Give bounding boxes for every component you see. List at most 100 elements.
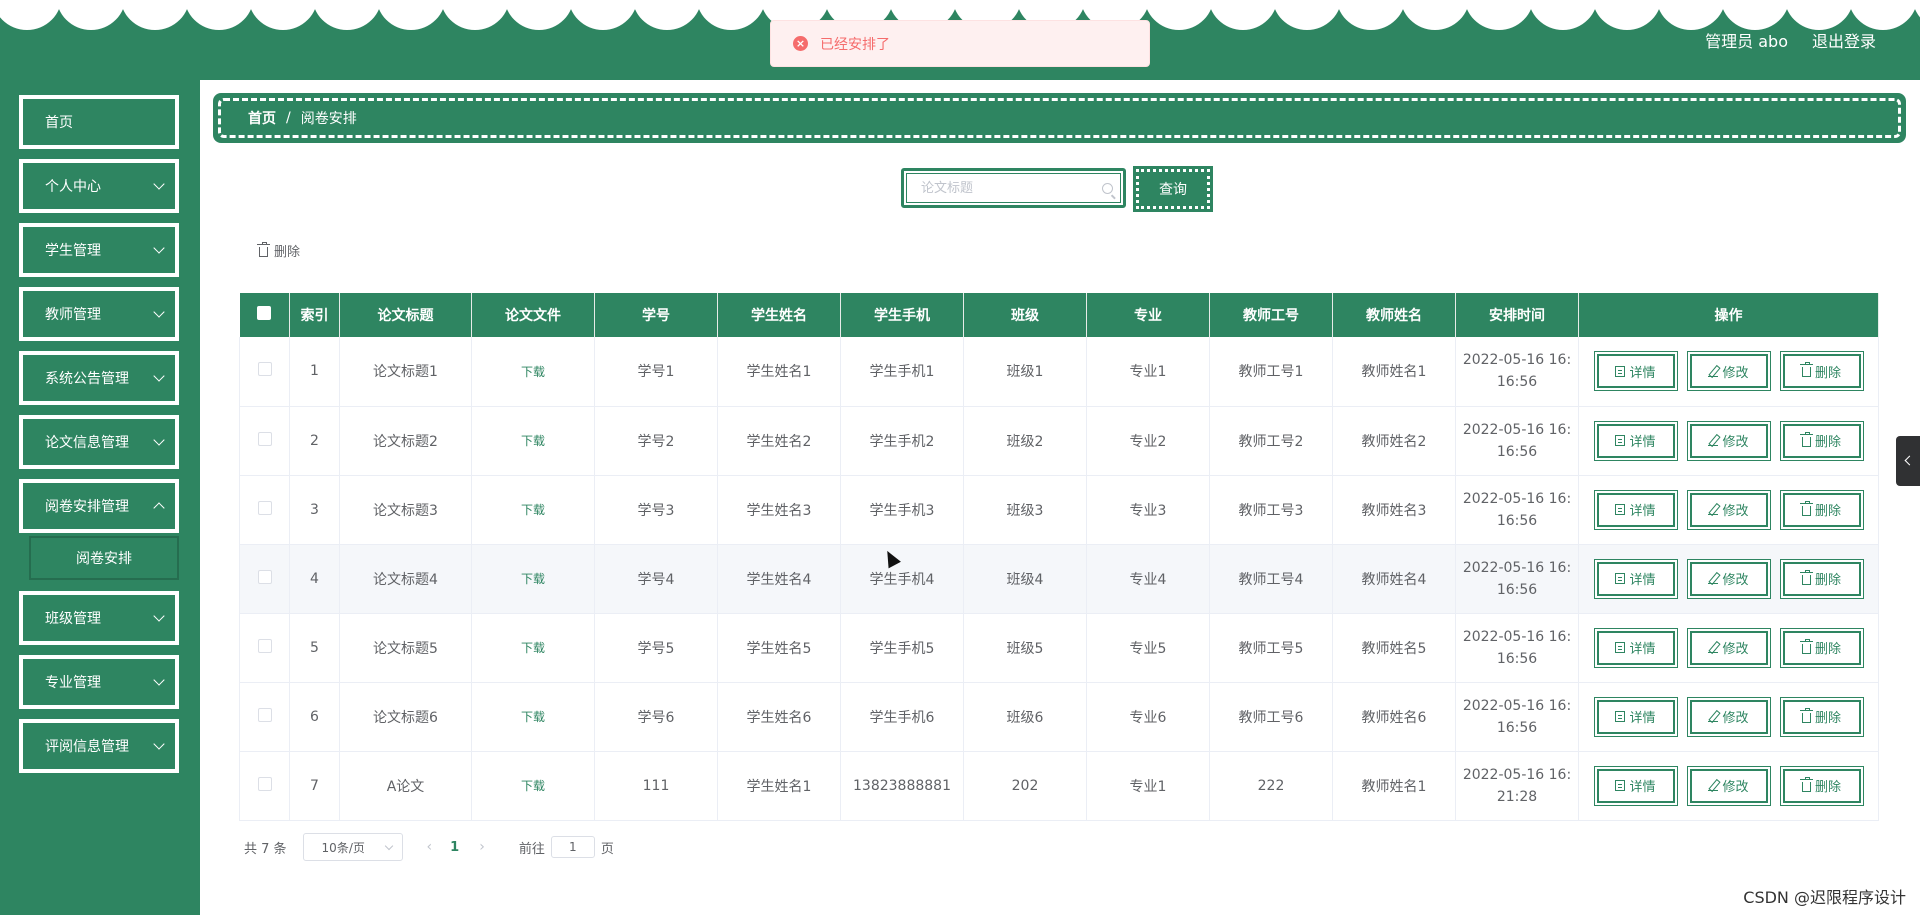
download-link[interactable]: 下载 <box>521 365 545 379</box>
row-actions: 详情 修改 删除 <box>1579 558 1878 599</box>
sidebar-item-home[interactable]: 首页 <box>17 93 181 151</box>
edit-button[interactable]: 修改 <box>1686 696 1771 737</box>
delete-button[interactable]: 删除 <box>1779 558 1864 599</box>
search-icon <box>1102 183 1113 194</box>
phone-cell: 学生手机5 <box>840 613 964 683</box>
class-cell-text: 202 <box>1011 777 1039 794</box>
sidebar-item-student-mgmt[interactable]: 学生管理 <box>17 221 181 279</box>
collapse-panel-tab[interactable] <box>1896 436 1920 486</box>
edit-icon <box>1708 504 1719 515</box>
download-link[interactable]: 下载 <box>521 710 545 724</box>
select-all-checkbox[interactable] <box>257 306 272 320</box>
index-cell-text: 2 <box>310 432 319 449</box>
row-checkbox[interactable] <box>257 431 272 446</box>
error-toast: × 已经安排了 <box>770 20 1150 67</box>
logout-link[interactable]: 退出登录 <box>1812 28 1876 52</box>
scallop-shape <box>1400 0 1470 30</box>
batch-delete-button[interactable]: 删除 <box>257 241 300 260</box>
document-icon <box>1615 504 1626 515</box>
detail-button[interactable]: 详情 <box>1593 696 1678 737</box>
detail-button[interactable]: 详情 <box>1593 489 1678 530</box>
row-checkbox[interactable] <box>257 500 272 515</box>
table-header-row: 索引 论文标题 论文文件 学号 学生姓名 学生手机 班级 专业 教师工号 教师姓… <box>239 293 1879 337</box>
major-cell-text: 专业5 <box>1129 640 1167 657</box>
download-link[interactable]: 下载 <box>521 572 545 586</box>
trash-icon <box>1799 500 1813 516</box>
index-cell: 6 <box>289 682 340 752</box>
time-cell: 2022-05-16 16: 16:56 <box>1455 406 1579 476</box>
row-checkbox[interactable] <box>257 707 272 722</box>
scallop-shape <box>1144 0 1214 30</box>
goto-page-input[interactable] <box>550 836 595 858</box>
time-cell: 2022-05-16 16: 16:56 <box>1455 337 1579 407</box>
major-cell-text: 专业1 <box>1129 778 1167 795</box>
download-link[interactable]: 下载 <box>521 503 545 517</box>
sidebar-item-announcement-mgmt[interactable]: 系统公告管理 <box>17 349 181 407</box>
delete-button[interactable]: 删除 <box>1779 696 1864 737</box>
row-checkbox[interactable] <box>257 638 272 653</box>
teacher-no-cell: 教师工号4 <box>1209 544 1333 614</box>
student-name-cell-text: 学生姓名6 <box>746 709 812 726</box>
phone-cell-text: 13823888881 <box>853 777 951 794</box>
time-line1: 2022-05-16 16: <box>1462 628 1572 645</box>
download-link[interactable]: 下载 <box>521 779 545 793</box>
detail-button[interactable]: 详情 <box>1593 765 1678 806</box>
delete-button[interactable]: 删除 <box>1779 420 1864 461</box>
student-name-cell-text: 学生姓名4 <box>746 571 812 588</box>
breadcrumb-home[interactable]: 首页 <box>248 108 276 128</box>
edit-button[interactable]: 修改 <box>1686 489 1771 530</box>
submenu-item-grading-arrangement[interactable]: 阅卷安排 <box>29 536 179 580</box>
page-size-select[interactable]: 10条/页 <box>302 833 403 861</box>
edit-button[interactable]: 修改 <box>1686 627 1771 668</box>
edit-icon <box>1708 573 1719 584</box>
row-checkbox[interactable] <box>257 569 272 584</box>
admin-username: 管理员 abo <box>1705 32 1788 51</box>
next-page-button[interactable]: › <box>479 839 485 855</box>
page-number-current[interactable]: 1 <box>450 840 459 855</box>
row-select-cell <box>239 682 290 752</box>
edit-label: 修改 <box>1722 365 1749 381</box>
trash-icon <box>1799 776 1813 792</box>
prev-page-button[interactable]: ‹ <box>427 839 433 855</box>
detail-button-inner: 详情 <box>1596 354 1675 389</box>
teacher-no-cell: 222 <box>1209 751 1333 821</box>
edit-button[interactable]: 修改 <box>1686 765 1771 806</box>
query-button[interactable]: 查询 <box>1133 166 1213 212</box>
detail-button[interactable]: 详情 <box>1593 420 1678 461</box>
column-header: 操作 <box>1578 293 1879 337</box>
delete-button[interactable]: 删除 <box>1779 489 1864 530</box>
student-no-cell-text: 学号1 <box>637 364 675 381</box>
detail-button[interactable]: 详情 <box>1593 351 1678 392</box>
title-cell-text: 论文标题2 <box>373 433 438 450</box>
pagination: 共 7 条 10条/页 ‹ 1 › 前往 页 <box>244 833 614 861</box>
sidebar-item-teacher-mgmt[interactable]: 教师管理 <box>17 285 181 343</box>
sidebar-item-personal-center[interactable]: 个人中心 <box>17 157 181 215</box>
edit-button[interactable]: 修改 <box>1686 420 1771 461</box>
error-circle-icon: × <box>793 36 808 51</box>
delete-button[interactable]: 删除 <box>1779 765 1864 806</box>
teacher-no-cell: 教师工号6 <box>1209 682 1333 752</box>
sidebar-item-grading-arrangement-mgmt[interactable]: 阅卷安排管理 <box>17 477 181 535</box>
actions-cell: 详情 修改 删除 <box>1578 751 1879 821</box>
search-input[interactable] <box>906 173 1121 203</box>
title-cell: 论文标题2 <box>339 406 472 476</box>
select-all-cell <box>239 293 290 337</box>
sidebar-item-review-info-mgmt[interactable]: 评阅信息管理 <box>17 717 181 775</box>
trash-icon <box>1799 431 1813 447</box>
delete-button[interactable]: 删除 <box>1779 351 1864 392</box>
delete-button[interactable]: 删除 <box>1779 627 1864 668</box>
detail-button[interactable]: 详情 <box>1593 558 1678 599</box>
download-link[interactable]: 下载 <box>521 641 545 655</box>
edit-button-inner: 修改 <box>1689 423 1768 458</box>
phone-cell-text: 学生手机5 <box>869 640 935 657</box>
detail-button[interactable]: 详情 <box>1593 627 1678 668</box>
edit-button[interactable]: 修改 <box>1686 558 1771 599</box>
sidebar-item-thesis-mgmt[interactable]: 论文信息管理 <box>17 413 181 471</box>
row-checkbox[interactable] <box>257 776 272 791</box>
edit-button[interactable]: 修改 <box>1686 351 1771 392</box>
sidebar-item-major-mgmt[interactable]: 专业管理 <box>17 653 181 711</box>
sidebar-item-class-mgmt[interactable]: 班级管理 <box>17 589 181 647</box>
row-checkbox[interactable] <box>257 362 272 377</box>
download-link[interactable]: 下载 <box>521 434 545 448</box>
sidebar-item-label: 首页 <box>45 115 73 131</box>
